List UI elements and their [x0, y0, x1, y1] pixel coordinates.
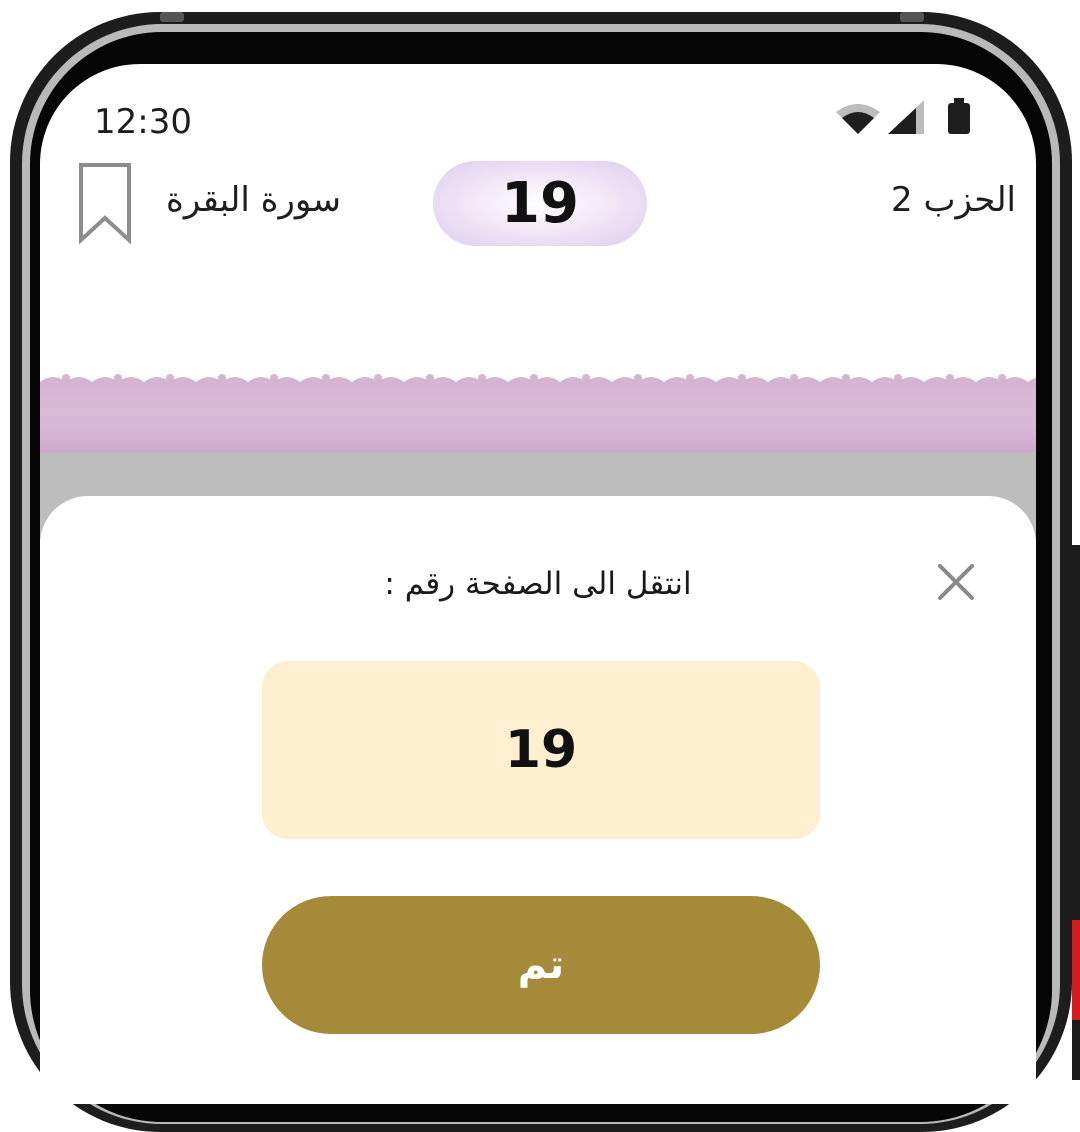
- app-screen: 12:30 سورة البقرة 19 الحزب 2 انتقل الى ا…: [40, 64, 1036, 1104]
- wifi-icon: [836, 104, 880, 134]
- close-icon[interactable]: [936, 562, 976, 602]
- side-accent: [1072, 920, 1080, 1020]
- status-time: 12:30: [94, 102, 192, 142]
- sheet-title: انتقل الى الصفحة رقم :: [384, 566, 692, 602]
- goto-page-sheet: انتقل الى الصفحة رقم : تم: [40, 496, 1036, 1104]
- bookmark-icon[interactable]: [78, 162, 132, 246]
- battery-icon: [948, 98, 970, 134]
- page-ornament: [40, 364, 1036, 454]
- done-button[interactable]: تم: [262, 896, 820, 1034]
- cell-signal-icon: [888, 100, 924, 134]
- status-icons: [828, 98, 988, 140]
- phone-top-button: [900, 12, 924, 22]
- page-number-pill[interactable]: 19: [433, 161, 647, 246]
- surah-name: سورة البقرة: [166, 180, 341, 220]
- hizb-label: الحزب 2: [891, 180, 1016, 220]
- page-number-input[interactable]: [262, 661, 820, 839]
- phone-top-button: [160, 12, 184, 22]
